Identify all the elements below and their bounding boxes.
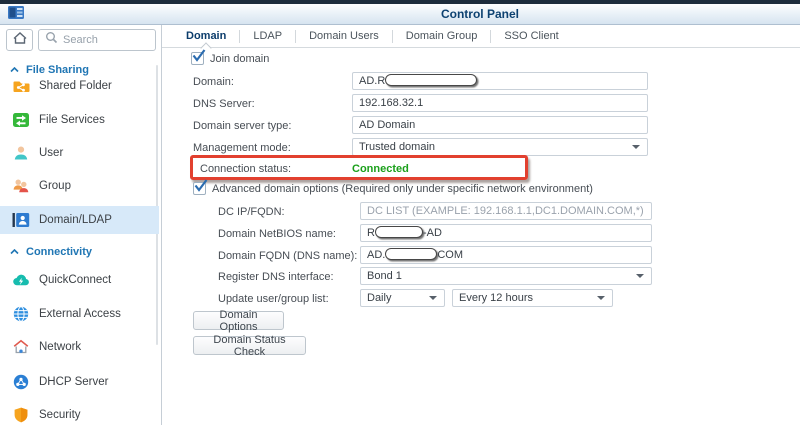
search-placeholder: Search	[63, 34, 98, 46]
chevron-down-icon	[429, 296, 437, 300]
sidebar-item-external-access[interactable]: External Access	[0, 301, 159, 327]
redaction-blob	[385, 74, 478, 86]
register-dns-value: Bond 1	[367, 270, 402, 282]
update-frequency-select[interactable]: Daily	[360, 289, 445, 307]
chevron-down-icon	[636, 274, 644, 278]
tab-bar: Domain LDAP Domain Users Domain Group SS…	[162, 25, 800, 48]
sidebar-item-user[interactable]: User	[0, 140, 159, 166]
group-icon	[12, 177, 30, 195]
file-services-icon	[12, 111, 30, 129]
domain-options-button[interactable]: Domain Options	[193, 309, 284, 333]
advanced-options-label: Advanced domain options (Required only u…	[212, 183, 593, 195]
tab-domain-group[interactable]: Domain Group	[393, 25, 491, 48]
sidebar-item-dhcp-server[interactable]: DHCP Server	[0, 369, 159, 395]
window-titlebar[interactable]: Control Panel	[0, 4, 800, 25]
domain-ldap-icon	[12, 211, 30, 229]
update-interval-value: Every 12 hours	[459, 292, 533, 304]
tab-ldap[interactable]: LDAP	[240, 25, 295, 48]
register-dns-label: Register DNS interface:	[218, 271, 334, 283]
home-button[interactable]	[6, 29, 33, 51]
user-icon	[12, 144, 30, 162]
red-annotation-box	[190, 155, 528, 180]
update-list-label: Update user/group list:	[218, 293, 329, 305]
tab-domain-users[interactable]: Domain Users	[296, 25, 392, 48]
netbios-input[interactable]: R -AD	[360, 224, 652, 242]
chevron-down-icon	[632, 145, 640, 149]
dc-ip-label: DC IP/FQDN:	[218, 206, 285, 218]
chevron-down-icon	[597, 296, 605, 300]
redaction-blob	[385, 248, 438, 260]
tab-sso-client[interactable]: SSO Client	[491, 25, 571, 48]
domain-server-type-label: Domain server type:	[193, 120, 292, 132]
fqdn-input[interactable]: AD. COM	[360, 246, 652, 264]
dns-server-label: DNS Server:	[193, 98, 255, 110]
external-access-icon	[12, 305, 30, 323]
main-panel: Domain LDAP Domain Users Domain Group SS…	[162, 25, 800, 425]
netbios-prefix: R	[367, 227, 375, 239]
check-icon	[192, 49, 206, 62]
update-interval-select[interactable]: Every 12 hours	[452, 289, 613, 307]
fqdn-prefix: AD.	[367, 249, 386, 261]
redaction-blob	[374, 226, 423, 238]
fqdn-label: Domain FQDN (DNS name):	[218, 250, 358, 262]
register-dns-select[interactable]: Bond 1	[360, 267, 652, 285]
control-panel-window: Control Panel Search File Sharing Shared…	[0, 0, 800, 425]
sidebar-item-network[interactable]: Network	[0, 334, 159, 360]
join-domain-label: Join domain	[210, 53, 270, 65]
network-icon	[12, 338, 30, 356]
quickconnect-icon	[12, 271, 30, 289]
search-input[interactable]: Search	[38, 29, 156, 51]
search-icon	[45, 31, 58, 49]
tab-domain[interactable]: Domain	[173, 25, 239, 48]
fqdn-suffix: COM	[437, 249, 464, 261]
domain-value: AD.R	[359, 75, 386, 87]
domain-status-check-button[interactable]: Domain Status Check	[193, 334, 306, 358]
advanced-options-checkbox[interactable]	[193, 179, 208, 195]
sidebar-item-shared-folder[interactable]: Shared Folder	[0, 73, 159, 99]
control-panel-app-icon	[8, 6, 24, 24]
domain-server-type-input[interactable]	[352, 116, 648, 134]
sidebar-item-group[interactable]: Group	[0, 173, 159, 199]
management-mode-value: Trusted domain	[359, 141, 436, 153]
chevron-up-icon	[10, 246, 19, 258]
sidebar-item-quickconnect[interactable]: QuickConnect	[0, 267, 159, 293]
join-domain-checkbox[interactable]	[191, 49, 206, 65]
home-icon	[12, 31, 28, 50]
shared-folder-icon	[12, 77, 30, 95]
dc-ip-input[interactable]	[360, 202, 652, 220]
sidebar-item-domain-ldap[interactable]: Domain/LDAP	[0, 206, 159, 234]
check-icon	[194, 179, 208, 192]
security-icon	[12, 406, 30, 424]
section-connectivity[interactable]: Connectivity	[10, 243, 92, 261]
dhcp-server-icon	[12, 373, 30, 391]
netbios-suffix: -AD	[422, 227, 442, 239]
management-mode-select[interactable]: Trusted domain	[352, 138, 648, 156]
update-frequency-value: Daily	[367, 292, 392, 304]
dns-server-input[interactable]	[352, 94, 648, 112]
sidebar: Search File Sharing Shared Folder File S…	[0, 25, 162, 425]
sidebar-item-security[interactable]: Security	[0, 402, 159, 425]
sidebar-item-file-services[interactable]: File Services	[0, 107, 159, 133]
netbios-label: Domain NetBIOS name:	[218, 228, 336, 240]
domain-label: Domain:	[193, 76, 234, 88]
window-title: Control Panel	[440, 7, 519, 21]
domain-input[interactable]: AD.R	[352, 72, 648, 90]
